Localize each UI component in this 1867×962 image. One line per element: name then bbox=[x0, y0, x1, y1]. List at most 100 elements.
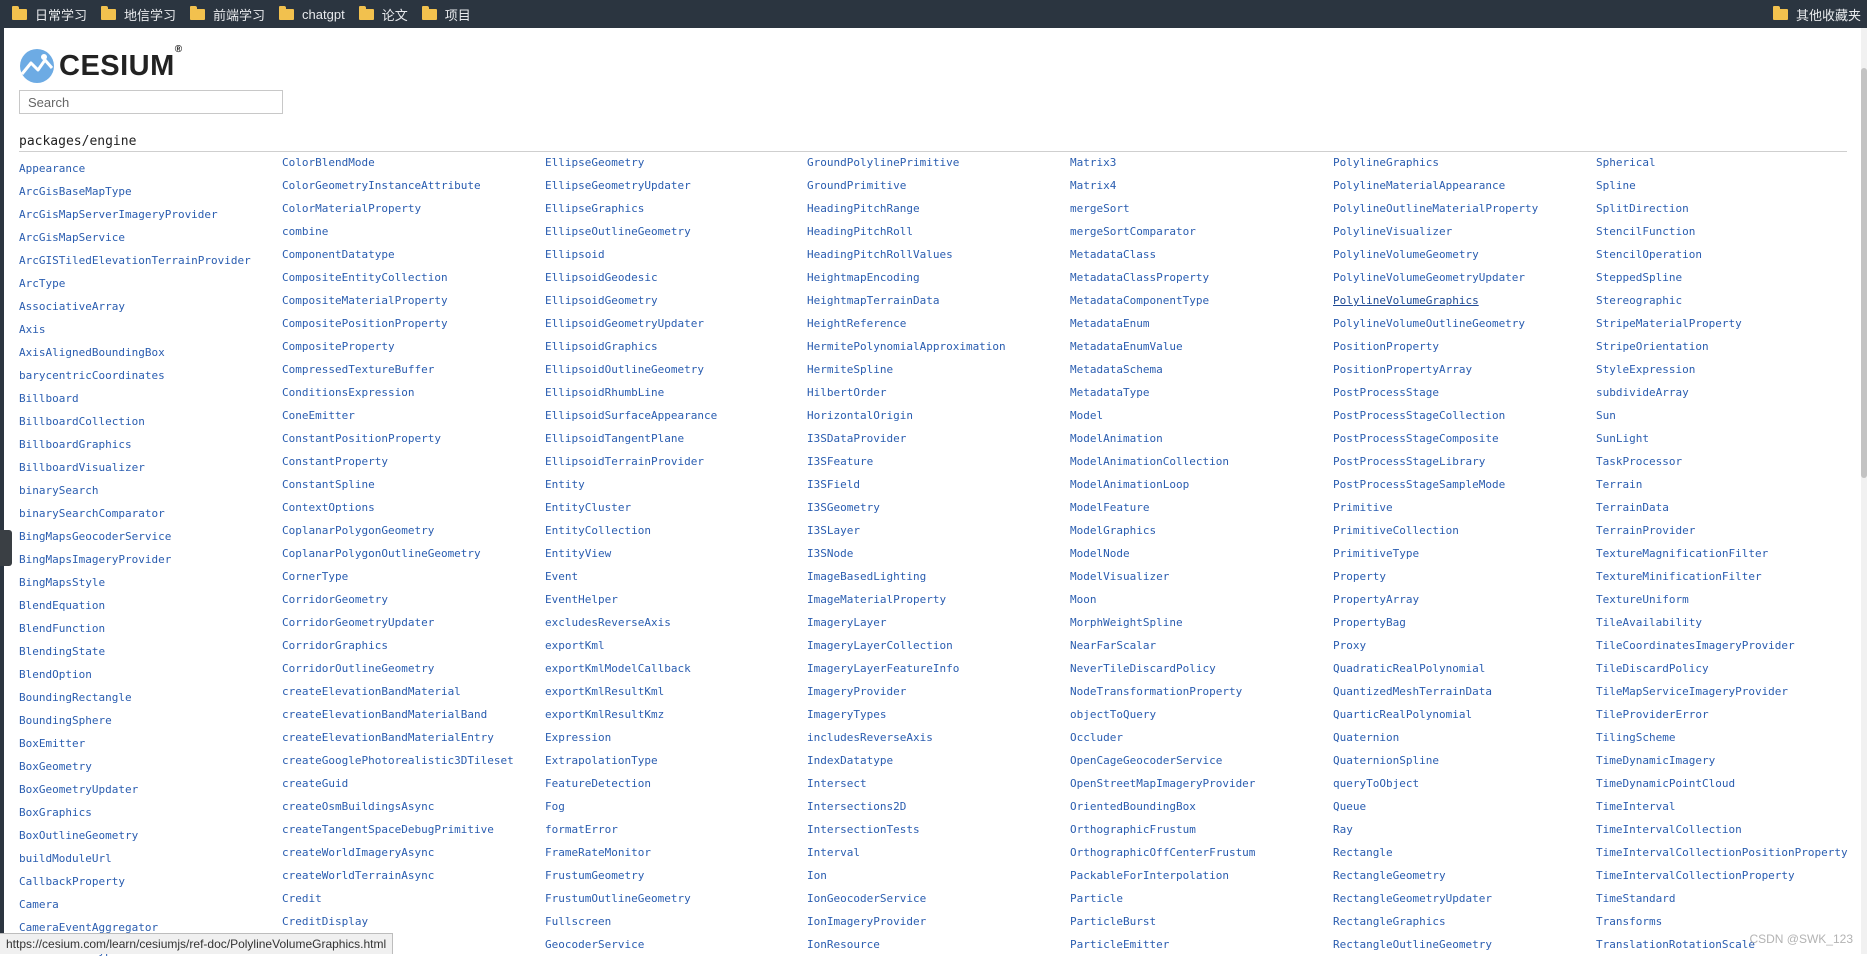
class-link[interactable]: PostProcessStageComposite bbox=[1333, 432, 1499, 445]
class-link[interactable]: ExtrapolationType bbox=[545, 754, 658, 767]
class-link[interactable]: ModelVisualizer bbox=[1070, 570, 1169, 583]
class-link[interactable]: FrustumOutlineGeometry bbox=[545, 892, 691, 905]
class-link[interactable]: ImageryTypes bbox=[807, 708, 886, 721]
class-link[interactable]: HilbertOrder bbox=[807, 386, 886, 399]
bookmark-folder[interactable]: 日常学习 bbox=[12, 5, 87, 24]
class-link[interactable]: QuantizedMeshTerrainData bbox=[1333, 685, 1492, 698]
class-link[interactable]: EntityCollection bbox=[545, 524, 651, 537]
class-link[interactable]: I3SField bbox=[807, 478, 860, 491]
bookmark-folder[interactable]: chatgpt bbox=[279, 5, 345, 22]
class-link[interactable]: exportKmlModelCallback bbox=[545, 662, 691, 675]
class-link[interactable]: createWorldTerrainAsync bbox=[282, 869, 434, 882]
scrollbar-thumb[interactable] bbox=[1861, 68, 1867, 478]
bookmark-folder[interactable]: 项目 bbox=[421, 5, 471, 24]
class-link[interactable]: Event bbox=[545, 570, 578, 583]
class-link[interactable]: PropertyArray bbox=[1333, 593, 1419, 606]
class-link[interactable]: CompositeMaterialProperty bbox=[282, 294, 448, 307]
class-link[interactable]: TextureUniform bbox=[1596, 593, 1689, 606]
class-link[interactable]: ImageMaterialProperty bbox=[807, 593, 946, 606]
class-link[interactable]: BlendingState bbox=[19, 645, 105, 658]
class-link[interactable]: TilingScheme bbox=[1596, 731, 1675, 744]
class-link[interactable]: BillboardGraphics bbox=[19, 438, 132, 451]
class-link[interactable]: BoundingSphere bbox=[19, 714, 112, 727]
class-link[interactable]: ArcGISTiledElevationTerrainProvider bbox=[19, 254, 251, 267]
class-link[interactable]: BillboardCollection bbox=[19, 415, 145, 428]
class-link[interactable]: CoplanarPolygonOutlineGeometry bbox=[282, 547, 481, 560]
class-link[interactable]: BlendFunction bbox=[19, 622, 105, 635]
class-link[interactable]: HeightmapTerrainData bbox=[807, 294, 939, 307]
class-link[interactable]: PrimitiveCollection bbox=[1333, 524, 1459, 537]
class-link[interactable]: TimeInterval bbox=[1596, 800, 1675, 813]
class-link[interactable]: EventHelper bbox=[545, 593, 618, 606]
class-link[interactable]: mergeSort bbox=[1070, 202, 1130, 215]
class-link[interactable]: Stereographic bbox=[1596, 294, 1682, 307]
class-link[interactable]: SteppedSpline bbox=[1596, 271, 1682, 284]
class-link[interactable]: PrimitiveType bbox=[1333, 547, 1419, 560]
class-link[interactable]: BoxOutlineGeometry bbox=[19, 829, 138, 842]
class-link[interactable]: mergeSortComparator bbox=[1070, 225, 1196, 238]
class-link[interactable]: GeocoderService bbox=[545, 938, 644, 951]
bookmark-folder[interactable]: 地信学习 bbox=[101, 5, 176, 24]
class-link[interactable]: SplitDirection bbox=[1596, 202, 1689, 215]
class-link[interactable]: ArcGisMapService bbox=[19, 231, 125, 244]
class-link[interactable]: ImageryLayerFeatureInfo bbox=[807, 662, 959, 675]
class-link[interactable]: StripeMaterialProperty bbox=[1596, 317, 1742, 330]
class-link[interactable]: BingMapsStyle bbox=[19, 576, 105, 589]
class-link[interactable]: SunLight bbox=[1596, 432, 1649, 445]
class-link[interactable]: includesReverseAxis bbox=[807, 731, 933, 744]
class-link[interactable]: MorphWeightSpline bbox=[1070, 616, 1183, 629]
class-link[interactable]: ParticleBurst bbox=[1070, 915, 1156, 928]
class-link[interactable]: IndexDatatype bbox=[807, 754, 893, 767]
class-link[interactable]: OpenStreetMapImageryProvider bbox=[1070, 777, 1255, 790]
class-link[interactable]: Appearance bbox=[19, 162, 85, 175]
class-link[interactable]: excludesReverseAxis bbox=[545, 616, 671, 629]
class-link[interactable]: Model bbox=[1070, 409, 1103, 422]
class-link[interactable]: BoxGeometry bbox=[19, 760, 92, 773]
class-link[interactable]: OpenCageGeocoderService bbox=[1070, 754, 1222, 767]
class-link[interactable]: HeadingPitchRollValues bbox=[807, 248, 953, 261]
class-link[interactable]: ImageryLayer bbox=[807, 616, 886, 629]
class-link[interactable]: QuadraticRealPolynomial bbox=[1333, 662, 1485, 675]
class-link[interactable]: ModelFeature bbox=[1070, 501, 1149, 514]
class-link[interactable]: TimeIntervalCollection bbox=[1596, 823, 1742, 836]
class-link[interactable]: TextureMagnificationFilter bbox=[1596, 547, 1768, 560]
class-link[interactable]: GroundPolylinePrimitive bbox=[807, 156, 959, 169]
class-link[interactable]: Proxy bbox=[1333, 639, 1366, 652]
class-link[interactable]: PostProcessStageCollection bbox=[1333, 409, 1505, 422]
class-link[interactable]: PropertyBag bbox=[1333, 616, 1406, 629]
class-link[interactable]: BoxGraphics bbox=[19, 806, 92, 819]
class-link[interactable]: MetadataComponentType bbox=[1070, 294, 1209, 307]
class-link[interactable]: ConstantPositionProperty bbox=[282, 432, 441, 445]
class-link[interactable]: ContextOptions bbox=[282, 501, 375, 514]
class-link[interactable]: HeightmapEncoding bbox=[807, 271, 920, 284]
class-link[interactable]: createElevationBandMaterialEntry bbox=[282, 731, 494, 744]
class-link[interactable]: RectangleGraphics bbox=[1333, 915, 1446, 928]
class-link[interactable]: Transforms bbox=[1596, 915, 1662, 928]
class-link[interactable]: PolylineVolumeGeometryUpdater bbox=[1333, 271, 1525, 284]
class-link[interactable]: CompressedTextureBuffer bbox=[282, 363, 434, 376]
class-link[interactable]: Ray bbox=[1333, 823, 1353, 836]
class-link[interactable]: ConeEmitter bbox=[282, 409, 355, 422]
class-link[interactable]: TimeStandard bbox=[1596, 892, 1675, 905]
class-link[interactable]: BlendEquation bbox=[19, 599, 105, 612]
class-link[interactable]: Interval bbox=[807, 846, 860, 859]
class-link[interactable]: EllipsoidTerrainProvider bbox=[545, 455, 704, 468]
class-link[interactable]: barycentricCoordinates bbox=[19, 369, 165, 382]
class-link[interactable]: BillboardVisualizer bbox=[19, 461, 145, 474]
class-link[interactable]: RectangleOutlineGeometry bbox=[1333, 938, 1492, 951]
class-link[interactable]: ModelGraphics bbox=[1070, 524, 1156, 537]
class-link[interactable]: Entity bbox=[545, 478, 585, 491]
class-link[interactable]: ConstantSpline bbox=[282, 478, 375, 491]
class-link[interactable]: TaskProcessor bbox=[1596, 455, 1682, 468]
class-link[interactable]: Moon bbox=[1070, 593, 1097, 606]
class-link[interactable]: NeverTileDiscardPolicy bbox=[1070, 662, 1216, 675]
class-link[interactable]: TimeDynamicImagery bbox=[1596, 754, 1715, 767]
class-link[interactable]: EllipsoidTangentPlane bbox=[545, 432, 684, 445]
class-link[interactable]: Ellipsoid bbox=[545, 248, 605, 261]
class-link[interactable]: StripeOrientation bbox=[1596, 340, 1709, 353]
class-link[interactable]: CallbackProperty bbox=[19, 875, 125, 888]
class-link[interactable]: Sun bbox=[1596, 409, 1616, 422]
class-link[interactable]: I3SNode bbox=[807, 547, 853, 560]
class-link[interactable]: createElevationBandMaterialBand bbox=[282, 708, 487, 721]
class-link[interactable]: HorizontalOrigin bbox=[807, 409, 913, 422]
